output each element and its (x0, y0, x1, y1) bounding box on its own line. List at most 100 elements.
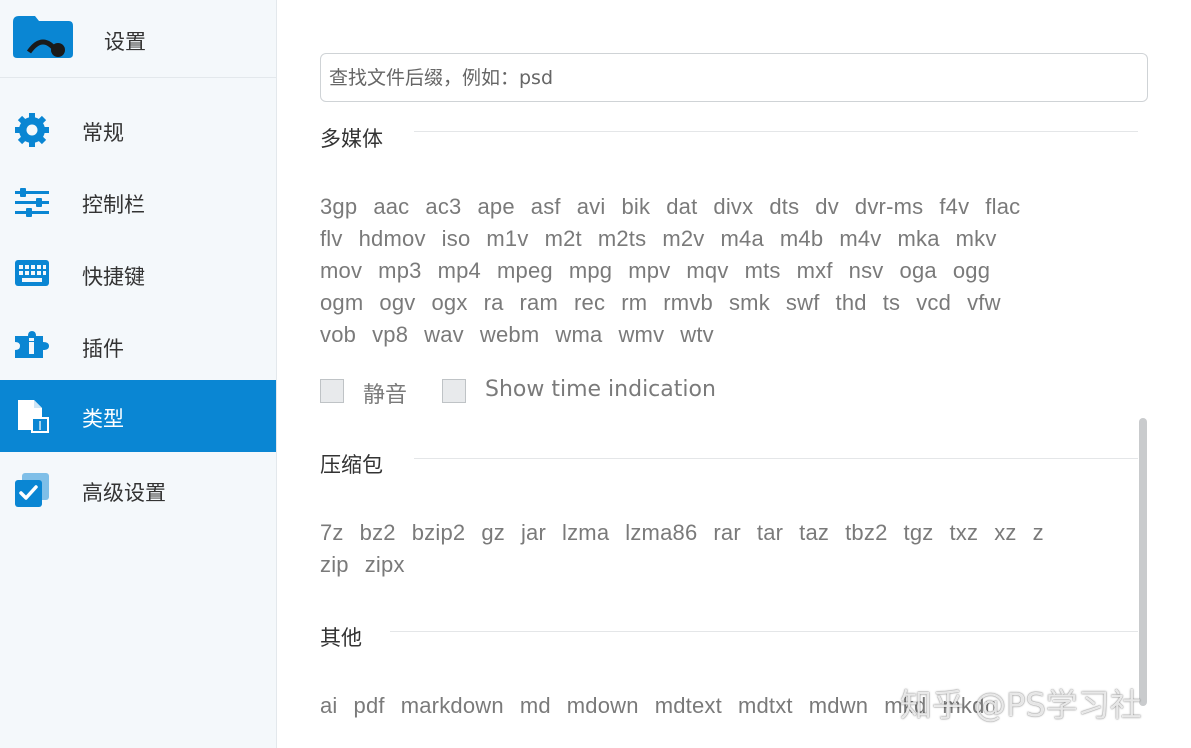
extension-tag[interactable]: m2ts (598, 226, 646, 252)
extension-tag[interactable]: ogv (379, 290, 415, 316)
extension-tag[interactable]: tar (757, 520, 783, 546)
extension-tag[interactable]: smk (729, 290, 770, 316)
extension-tag[interactable]: dat (666, 194, 697, 220)
extension-tag[interactable]: m2t (545, 226, 582, 252)
extension-tag[interactable]: ogm (320, 290, 363, 316)
sidebar-item-general[interactable]: 常规 (0, 94, 276, 166)
extension-tag[interactable]: lzma (562, 520, 609, 546)
svg-text:I: I (38, 419, 42, 433)
extension-tag[interactable]: pdf (354, 693, 385, 719)
extension-tag[interactable]: bz2 (360, 520, 396, 546)
extension-tag[interactable]: ogx (431, 290, 467, 316)
extension-tag[interactable]: md (520, 693, 551, 719)
extension-tag[interactable]: iso (442, 226, 471, 252)
extension-tag[interactable]: mov (320, 258, 362, 284)
extension-tag[interactable]: taz (799, 520, 829, 546)
keyboard-icon (15, 260, 49, 286)
extension-tag[interactable]: m2v (662, 226, 704, 252)
extension-tag[interactable]: aac (373, 194, 409, 220)
extension-tag[interactable]: oga (900, 258, 937, 284)
extension-tag[interactable]: vfw (967, 290, 1001, 316)
extension-tag[interactable]: m1v (486, 226, 528, 252)
extension-tag[interactable]: f4v (939, 194, 969, 220)
extension-tag[interactable]: markdown (401, 693, 504, 719)
extension-tag[interactable]: vp8 (372, 322, 408, 348)
extension-tag[interactable]: m4b (780, 226, 823, 252)
extension-tag[interactable]: ra (484, 290, 504, 316)
sidebar-item-controlbar[interactable]: 控制栏 (0, 166, 276, 238)
extension-tag[interactable]: hdmov (359, 226, 426, 252)
extension-tag[interactable]: mpg (569, 258, 612, 284)
sliders-icon (15, 188, 49, 217)
extension-tag[interactable]: asf (531, 194, 561, 220)
extension-tag[interactable]: thd (836, 290, 867, 316)
extension-tag[interactable]: ram (520, 290, 559, 316)
extension-tag[interactable]: divx (713, 194, 753, 220)
extension-tag[interactable]: rar (713, 520, 741, 546)
extension-tag[interactable]: lzma86 (625, 520, 697, 546)
extension-tag[interactable]: ogg (953, 258, 990, 284)
extension-tag[interactable]: tgz (904, 520, 934, 546)
extension-tag[interactable]: mdwn (809, 693, 869, 719)
extension-tag[interactable]: ai (320, 693, 338, 719)
vertical-scrollbar[interactable] (1139, 418, 1147, 706)
extension-tag[interactable]: ts (883, 290, 901, 316)
extension-tag[interactable]: rec (574, 290, 605, 316)
extension-tag[interactable]: ape (477, 194, 514, 220)
extension-tag[interactable]: rm (621, 290, 647, 316)
extension-tag[interactable]: mqv (686, 258, 728, 284)
extension-tag[interactable]: vcd (916, 290, 951, 316)
extension-tag[interactable]: jar (521, 520, 546, 546)
extension-tag[interactable]: flv (320, 226, 343, 252)
extension-tag[interactable]: mpv (628, 258, 670, 284)
extension-tag[interactable]: wma (555, 322, 602, 348)
mute-checkbox[interactable] (320, 379, 344, 403)
extension-tag[interactable]: wtv (680, 322, 714, 348)
extension-tag[interactable]: 3gp (320, 194, 357, 220)
extension-tag[interactable]: m4a (721, 226, 764, 252)
extension-tag[interactable]: mkv (956, 226, 997, 252)
extension-tag[interactable]: mdown (567, 693, 639, 719)
extension-tag[interactable]: mdtext (655, 693, 722, 719)
extension-tag[interactable]: gz (481, 520, 505, 546)
checkbox-stack-icon (15, 473, 49, 507)
extension-tag[interactable]: mxf (797, 258, 833, 284)
sidebar-item-label: 常规 (82, 121, 124, 145)
extension-tag[interactable]: dvr-ms (855, 194, 923, 220)
extension-tag[interactable]: mka (897, 226, 939, 252)
extension-tag[interactable]: vob (320, 322, 356, 348)
extension-tag[interactable]: zip (320, 552, 349, 578)
extension-tag[interactable]: 7z (320, 520, 344, 546)
extension-tag[interactable]: nsv (849, 258, 884, 284)
search-input[interactable] (320, 53, 1148, 102)
extension-tag[interactable]: bik (621, 194, 650, 220)
extension-tag[interactable]: wav (424, 322, 464, 348)
extension-tag[interactable]: xz (994, 520, 1016, 546)
extension-tag[interactable]: webm (480, 322, 540, 348)
extension-tag[interactable]: m4v (839, 226, 881, 252)
extension-tag[interactable]: dv (815, 194, 839, 220)
extension-tag[interactable]: swf (786, 290, 820, 316)
extension-tag[interactable]: avi (577, 194, 606, 220)
extension-tag[interactable]: tbz2 (845, 520, 887, 546)
extension-tag[interactable]: mp4 (438, 258, 481, 284)
extension-tag[interactable]: bzip2 (412, 520, 466, 546)
extension-tag[interactable]: wmv (618, 322, 664, 348)
extension-tag[interactable]: mts (745, 258, 781, 284)
extension-tag[interactable]: mp3 (378, 258, 421, 284)
sidebar-item-shortcuts[interactable]: 快捷键 (0, 238, 276, 310)
extension-tag[interactable]: txz (949, 520, 978, 546)
extension-tag[interactable]: zipx (365, 552, 405, 578)
extension-tag[interactable]: mdtxt (738, 693, 793, 719)
sidebar-item-advanced[interactable]: 高级设置 (0, 454, 276, 526)
extension-tag[interactable]: z (1033, 520, 1044, 546)
extension-tag[interactable]: mpeg (497, 258, 553, 284)
extension-tag[interactable]: rmvb (663, 290, 713, 316)
sidebar-item-types[interactable]: I 类型 (0, 380, 276, 452)
extension-tag[interactable]: ac3 (425, 194, 461, 220)
sidebar-item-plugins[interactable]: 插件 (0, 310, 276, 382)
extension-tag[interactable]: dts (769, 194, 799, 220)
section-divider (414, 131, 1138, 132)
extension-tag[interactable]: flac (985, 194, 1020, 220)
show-time-indication-checkbox[interactable] (442, 379, 466, 403)
